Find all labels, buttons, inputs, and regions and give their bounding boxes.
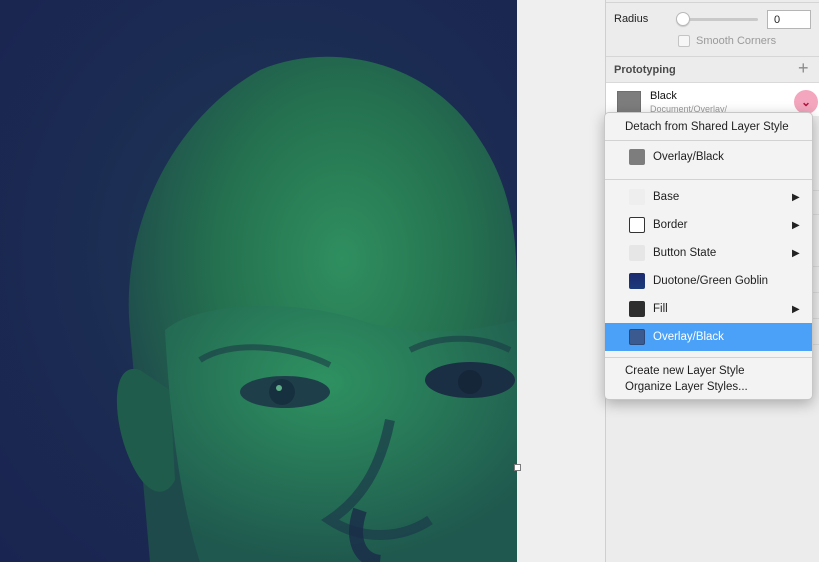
inspector-top-divider [606, 0, 819, 3]
style-swatch-icon [629, 329, 645, 345]
style-swatch-icon [629, 189, 645, 205]
menu-item-label: Overlay/Black [653, 331, 724, 343]
canvas-artwork-duotone-portrait[interactable] [0, 0, 517, 562]
menu-separator [605, 357, 812, 358]
menu-item-label: Fill [653, 303, 668, 315]
menu-separator [605, 140, 812, 141]
menu-item-label: Duotone/Green Goblin [653, 275, 769, 287]
resize-handle[interactable] [514, 464, 521, 471]
menu-item-current-style[interactable]: Overlay/Black [605, 143, 812, 171]
menu-item-border[interactable]: Border ▶ [605, 211, 812, 239]
smooth-corners-label: Smooth Corners [696, 35, 777, 47]
menu-item-base[interactable]: Base ▶ [605, 183, 812, 211]
menu-item-label: Button State [653, 247, 717, 259]
submenu-arrow-icon: ▶ [792, 219, 800, 231]
menu-item-label: Detach from Shared Layer Style [625, 121, 789, 133]
prototyping-section-title: Prototyping [614, 64, 676, 76]
shared-style-row[interactable]: Black Document/Overlay/ ⌄ [606, 82, 819, 116]
menu-item-duotone-green-goblin[interactable]: Duotone/Green Goblin [605, 267, 812, 295]
menu-item-create-layer-style[interactable]: Create new Layer Style [625, 365, 745, 377]
menu-item-label: Border [653, 219, 688, 231]
smooth-corners-checkbox[interactable] [678, 35, 690, 47]
style-swatch-icon [629, 301, 645, 317]
shared-style-dropdown-button[interactable]: ⌄ [794, 90, 818, 114]
menu-item-fill[interactable]: Fill ▶ [605, 295, 812, 323]
radius-slider-knob[interactable] [676, 12, 690, 26]
style-swatch-icon [629, 149, 645, 165]
radius-slider-track[interactable] [678, 18, 758, 21]
menu-item-button-state[interactable]: Button State ▶ [605, 239, 812, 267]
shared-style-menu: Detach from Shared Layer Style Overlay/B… [604, 112, 813, 400]
style-swatch-icon [629, 245, 645, 261]
submenu-arrow-icon: ▶ [792, 247, 800, 259]
menu-item-overlay-black[interactable]: Overlay/Black [605, 323, 812, 351]
section-divider [606, 56, 819, 57]
style-swatch-icon [629, 273, 645, 289]
submenu-arrow-icon: ▶ [792, 191, 800, 203]
portrait-image [116, 56, 517, 562]
style-swatch-icon [629, 217, 645, 233]
chevron-down-icon: ⌄ [800, 95, 812, 109]
menu-item-detach[interactable]: Detach from Shared Layer Style [605, 113, 812, 141]
smooth-corners-row: Smooth Corners [678, 35, 776, 47]
menu-separator [605, 179, 812, 180]
shared-style-name: Black [650, 90, 677, 102]
menu-item-label: Base [653, 191, 680, 203]
menu-item-label: Overlay/Black [653, 151, 724, 163]
menu-item-organize-layer-styles[interactable]: Organize Layer Styles... [625, 381, 748, 393]
radius-input[interactable] [767, 10, 811, 29]
radius-label: Radius [614, 13, 649, 25]
add-prototyping-button[interactable]: + [798, 58, 809, 78]
submenu-arrow-icon: ▶ [792, 303, 800, 315]
canvas-background [517, 0, 605, 562]
